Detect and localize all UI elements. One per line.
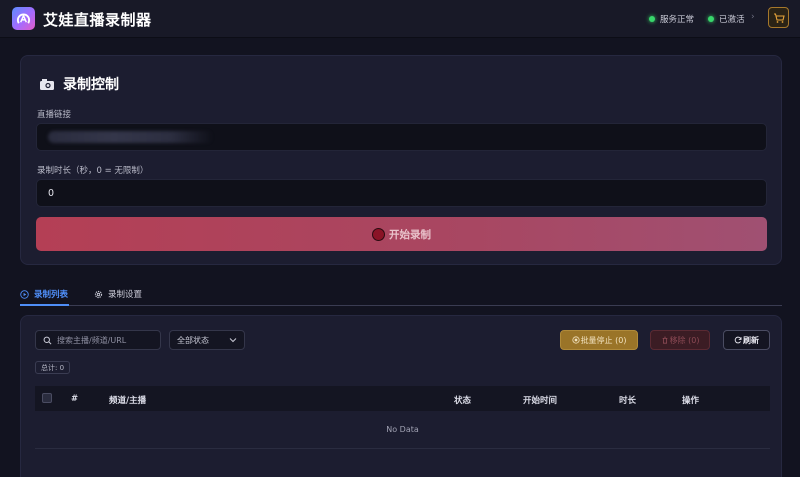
- search-placeholder: 搜索主播/频道/URL: [57, 335, 127, 345]
- column-header-status: 状态: [454, 396, 472, 406]
- status-filter-select[interactable]: 全部状态: [169, 330, 245, 350]
- tab-recording-settings-label: 录制设置: [108, 290, 143, 300]
- column-header-actions: 操作: [682, 396, 700, 406]
- start-recording-button[interactable]: 开始录制: [36, 217, 767, 251]
- service-status: 服务正常: [649, 13, 694, 25]
- start-recording-label: 开始录制: [389, 228, 431, 241]
- url-value-redacted: [48, 131, 213, 143]
- duration-label: 录制时长（秒，0 = 无限制）: [37, 166, 149, 176]
- tab-recording-settings[interactable]: 录制设置: [94, 288, 142, 300]
- cart-button[interactable]: [768, 7, 789, 28]
- duration-input[interactable]: 0: [36, 179, 767, 207]
- url-input[interactable]: [36, 123, 767, 151]
- status-filter-value: 全部状态: [177, 335, 209, 345]
- recording-list-card: 搜索主播/频道/URL 全部状态 批量停止 (0) 移除 (0) 刷新 总计: …: [20, 315, 782, 477]
- app-logo-icon: [12, 7, 35, 30]
- batch-stop-label: 批量停止 (0): [580, 335, 627, 345]
- select-all-checkbox[interactable]: [42, 393, 52, 403]
- license-status-label: 已激活: [719, 15, 745, 25]
- column-header-channel: 频道/主播: [109, 396, 147, 406]
- status-dot-icon: [708, 16, 714, 22]
- tab-recording-list[interactable]: 录制列表: [20, 288, 68, 300]
- tab-bar: 录制列表 录制设置: [20, 283, 782, 306]
- refresh-button[interactable]: 刷新: [723, 330, 770, 350]
- refresh-icon: [734, 336, 742, 344]
- total-count-badge: 总计: 0: [35, 361, 71, 374]
- column-header-duration: 时长: [619, 396, 637, 406]
- stop-circle-icon: [571, 336, 580, 344]
- column-header-index: #: [71, 394, 79, 404]
- service-status-label: 服务正常: [660, 15, 695, 25]
- refresh-label: 刷新: [743, 335, 759, 345]
- url-label: 直播链接: [37, 110, 72, 120]
- camera-icon: [40, 78, 54, 90]
- remove-label: 移除 (0): [669, 335, 700, 345]
- tab-recording-list-label: 录制列表: [34, 290, 69, 300]
- active-tab-indicator: [20, 304, 69, 306]
- table-header: # 频道/主播 状态 开始时间 时长 操作: [35, 386, 770, 411]
- search-icon: [43, 336, 52, 344]
- batch-stop-button[interactable]: 批量停止 (0): [560, 330, 638, 350]
- top-bar: 艾娃直播录制器 服务正常 已激活 ›: [0, 0, 800, 38]
- chevron-right-icon: ›: [751, 12, 755, 22]
- play-circle-icon: [20, 289, 29, 299]
- cart-icon: [773, 12, 785, 23]
- app-title: 艾娃直播录制器: [43, 11, 152, 29]
- recording-control-card: 录制控制 直播链接 录制时长（秒，0 = 无限制） 0 开始录制: [20, 55, 782, 265]
- gear-icon: [94, 290, 103, 298]
- record-icon: [372, 227, 385, 241]
- column-header-start-time: 开始时间: [523, 396, 558, 406]
- remove-button[interactable]: 移除 (0): [650, 330, 710, 350]
- license-status[interactable]: 已激活: [708, 13, 745, 25]
- card-title: 录制控制: [39, 74, 119, 94]
- empty-table-message: No Data: [35, 411, 770, 449]
- status-dot-icon: [649, 16, 655, 22]
- search-input[interactable]: 搜索主播/频道/URL: [35, 330, 161, 350]
- trash-icon: [662, 336, 667, 344]
- chevron-down-icon: [229, 338, 237, 343]
- card-title-label: 录制控制: [63, 77, 119, 93]
